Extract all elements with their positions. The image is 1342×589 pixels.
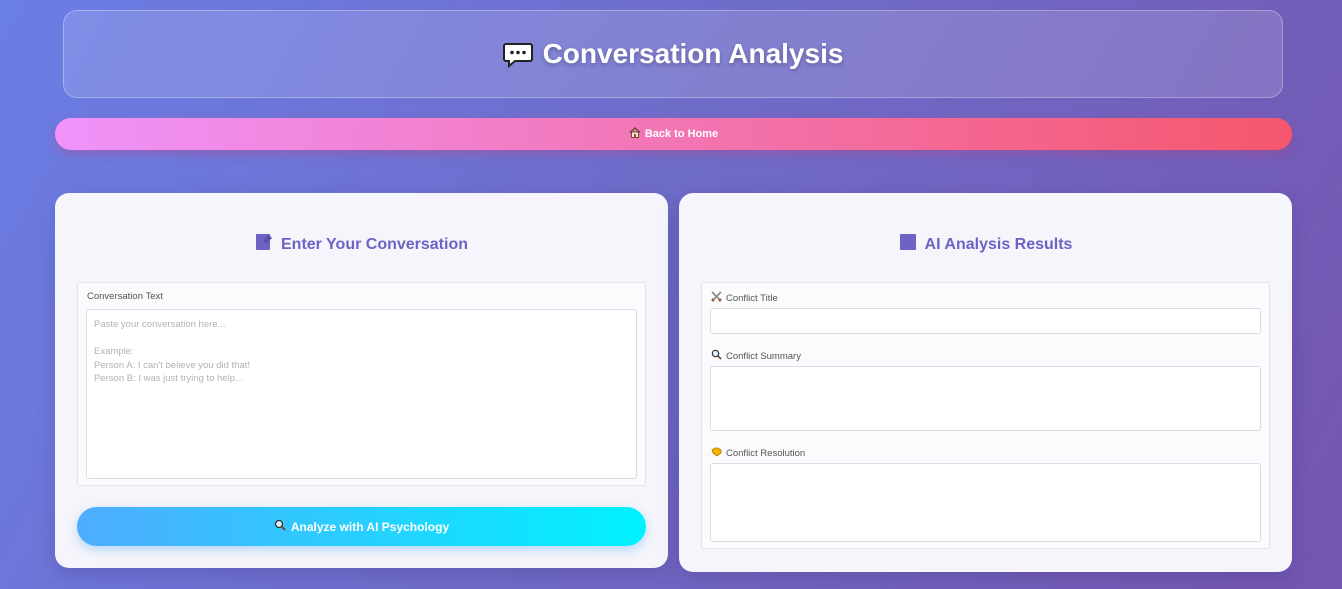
analyze-button-label: Analyze with AI Psychology: [290, 519, 450, 534]
back-to-home-label: Back to Home: [644, 128, 719, 140]
results-field-group: Conflict Title Conflict Summary Conflict…: [701, 282, 1270, 549]
conflict-resolution-label: Conflict Resolution: [711, 447, 805, 460]
conflict-summary-label-text: Conflict Summary: [726, 350, 801, 362]
conversation-text-label: Conversation Text: [87, 291, 163, 302]
speech-bubble-icon: [502, 42, 533, 69]
page-title-text: Conversation Analysis: [542, 38, 844, 69]
memo-icon: [255, 233, 273, 256]
page-title: Conversation Analysis: [502, 38, 844, 70]
conflict-resolution-label-text: Conflict Resolution: [726, 448, 806, 459]
conflict-title-label: Conflict Title: [711, 291, 778, 305]
analyze-button[interactable]: Analyze with AI Psychology: [77, 507, 646, 546]
crossed-swords-icon: [711, 291, 722, 305]
conversation-textarea[interactable]: [86, 309, 637, 479]
home-icon: [629, 127, 641, 141]
chart-icon: [899, 233, 917, 256]
header-banner: Conversation Analysis: [63, 10, 1283, 98]
conflict-summary-label: Conflict Summary: [711, 349, 801, 363]
conflict-resolution-field[interactable]: [710, 463, 1261, 542]
magnifier-icon: [274, 519, 286, 534]
conflict-title-label-text: Conflict Title: [726, 292, 778, 304]
input-panel-title: Enter Your Conversation: [55, 233, 668, 256]
analysis-results-panel: AI Analysis Results Conflict Title Confl…: [679, 193, 1292, 572]
conversation-input-panel: Enter Your Conversation Conversation Tex…: [55, 193, 668, 568]
results-panel-title: AI Analysis Results: [679, 233, 1292, 256]
back-to-home-button[interactable]: Back to Home: [55, 118, 1292, 150]
magnifier-icon: [711, 349, 722, 363]
input-panel-title-text: Enter Your Conversation: [281, 235, 468, 253]
conversation-field-group: Conversation Text: [77, 282, 646, 486]
results-panel-title-text: AI Analysis Results: [924, 235, 1073, 253]
conflict-title-field[interactable]: [710, 308, 1261, 334]
conflict-summary-field[interactable]: [710, 366, 1261, 431]
handshake-icon: [711, 447, 722, 460]
